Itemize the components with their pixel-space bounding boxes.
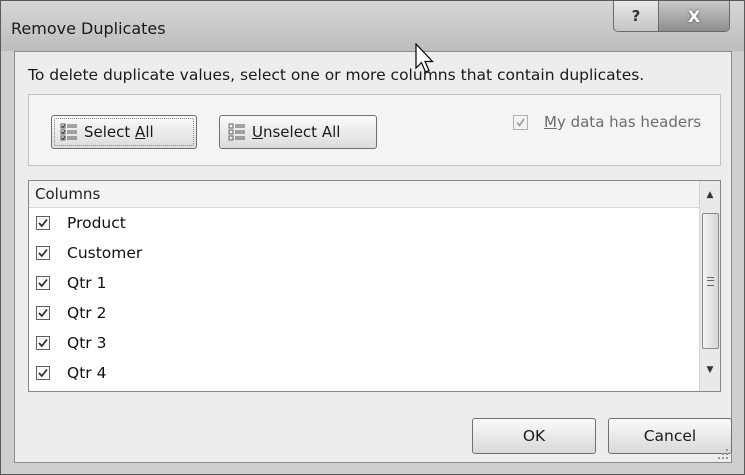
title-bar[interactable]: Remove Duplicates ? X <box>1 1 744 51</box>
scroll-thumb[interactable] <box>702 213 719 349</box>
dialog-body: To delete duplicate values, select one o… <box>14 51 732 463</box>
grip-icon <box>707 276 714 286</box>
select-all-button[interactable]: Select All <box>51 115 197 149</box>
column-label: Qtr 3 <box>67 334 107 352</box>
help-button[interactable]: ? <box>614 1 659 31</box>
cancel-button[interactable]: Cancel <box>608 418 732 454</box>
list-item[interactable]: Customer <box>29 238 699 268</box>
resize-grip-icon[interactable] <box>717 448 729 460</box>
column-checkbox[interactable] <box>36 366 50 380</box>
column-checkbox[interactable] <box>36 306 50 320</box>
scroll-down-button[interactable]: ▼ <box>701 357 719 383</box>
list-item[interactable]: Product <box>29 208 699 238</box>
unselect-all-button[interactable]: Unselect All <box>219 115 377 149</box>
ok-button[interactable]: OK <box>472 418 596 454</box>
remove-duplicates-dialog: Remove Duplicates ? X To delete duplicat… <box>0 0 745 475</box>
unselect-all-icon <box>228 123 245 141</box>
headers-checkbox[interactable] <box>513 114 528 130</box>
selection-panel: Select All Unselect All My data has head… <box>28 94 721 166</box>
window-title: Remove Duplicates <box>11 19 166 38</box>
column-label: Qtr 2 <box>67 304 107 322</box>
title-buttons: ? X <box>613 1 730 32</box>
help-icon: ? <box>631 7 641 25</box>
vertical-scrollbar[interactable]: ▲ ▼ <box>699 181 720 391</box>
columns-rows: Product Customer Qtr 1 Qtr 2 Qtr 3 Qtr 4 <box>29 208 699 388</box>
column-checkbox[interactable] <box>36 276 50 290</box>
close-icon: X <box>687 6 701 26</box>
scroll-up-button[interactable]: ▲ <box>701 182 719 208</box>
columns-list[interactable]: Columns Product Customer Qtr 1 Qtr 2 Qtr… <box>28 180 721 392</box>
instruction-text: To delete duplicate values, select one o… <box>28 66 645 84</box>
column-label: Customer <box>67 244 143 262</box>
column-checkbox[interactable] <box>36 246 50 260</box>
select-all-label: Select All <box>84 123 154 141</box>
column-label: Product <box>67 214 126 232</box>
column-label: Qtr 4 <box>67 364 107 382</box>
column-label: Qtr 1 <box>67 274 107 292</box>
column-checkbox[interactable] <box>36 216 50 230</box>
column-checkbox[interactable] <box>36 336 50 350</box>
arrow-down-icon: ▼ <box>706 365 714 375</box>
close-button[interactable]: X <box>659 1 729 31</box>
columns-header: Columns <box>29 181 699 208</box>
unselect-all-label: Unselect All <box>252 123 341 141</box>
my-data-has-headers-option[interactable]: My data has headers <box>513 113 701 131</box>
list-item[interactable]: Qtr 3 <box>29 328 699 358</box>
headers-label: My data has headers <box>544 113 702 131</box>
list-item[interactable]: Qtr 2 <box>29 298 699 328</box>
list-item[interactable]: Qtr 4 <box>29 358 699 388</box>
columns-header-label: Columns <box>35 185 101 203</box>
mouse-cursor-icon <box>415 43 434 73</box>
select-all-icon <box>60 123 77 141</box>
arrow-up-icon: ▲ <box>706 190 714 200</box>
list-item[interactable]: Qtr 1 <box>29 268 699 298</box>
